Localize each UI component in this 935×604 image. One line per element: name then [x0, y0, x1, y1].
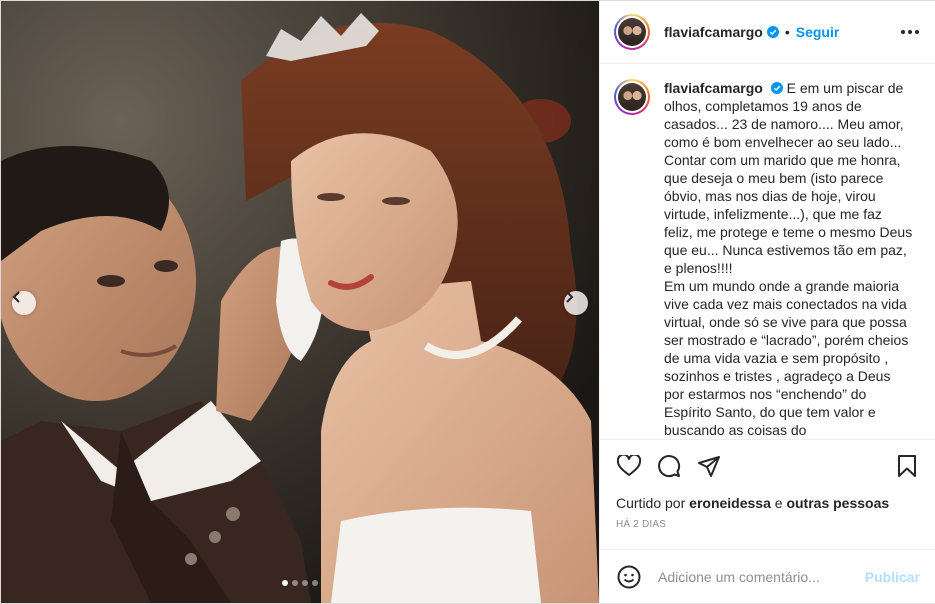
- caption-text: flaviafcamargo E em um piscar de olhos, …: [664, 79, 914, 439]
- carousel-dot: [302, 580, 308, 586]
- post-header: flaviafcamargo • Seguir: [600, 1, 935, 64]
- chevron-right-icon: [566, 291, 574, 303]
- carousel-dot: [312, 580, 318, 586]
- post-photo: [1, 1, 599, 603]
- username-link[interactable]: flaviafcamargo: [664, 24, 763, 40]
- post-timestamp[interactable]: HÁ 2 DIAS: [616, 519, 920, 530]
- comment-input[interactable]: [658, 568, 848, 585]
- others-link[interactable]: outras pessoas: [786, 495, 889, 511]
- post-modal: flaviafcamargo • Seguir flaviafcamargo E…: [0, 0, 935, 604]
- likes-prefix: Curtido por: [616, 495, 686, 511]
- avatar[interactable]: [614, 79, 650, 115]
- comment-bar: Publicar: [600, 549, 935, 603]
- bookmark-icon[interactable]: [894, 453, 920, 479]
- more-options-icon[interactable]: [901, 24, 919, 40]
- liker-link[interactable]: eroneidessa: [689, 495, 771, 511]
- separator: •: [784, 24, 790, 40]
- carousel-prev-button[interactable]: [12, 291, 36, 315]
- post-sidebar: flaviafcamargo • Seguir flaviafcamargo E…: [599, 1, 935, 603]
- carousel-next-button[interactable]: [564, 291, 588, 315]
- carousel-dot: [282, 580, 288, 586]
- action-bar: [616, 440, 920, 492]
- likes-line: Curtido por eroneidessa e outras pessoas: [616, 495, 920, 511]
- wedding-photo-illustration: [1, 1, 599, 603]
- post-actions: Curtido por eroneidessa e outras pessoas…: [600, 439, 935, 549]
- carousel-dot: [292, 580, 298, 586]
- publish-button[interactable]: Publicar: [865, 569, 920, 585]
- caption-paragraph: Em um mundo onde a grande maioria vive c…: [664, 278, 909, 438]
- heart-icon[interactable]: [616, 453, 642, 479]
- paper-plane-icon[interactable]: [696, 453, 722, 479]
- caption-username-link[interactable]: flaviafcamargo: [664, 80, 763, 96]
- verified-badge-icon: [770, 82, 783, 94]
- avatar[interactable]: [614, 14, 650, 50]
- verified-badge-icon: [766, 26, 779, 38]
- caption-scroll-area[interactable]: flaviafcamargo E em um piscar de olhos, …: [600, 65, 935, 439]
- caption-paragraph: E em um piscar de olhos, completamos 19 …: [664, 80, 913, 276]
- caption: flaviafcamargo E em um piscar de olhos, …: [614, 79, 920, 439]
- follow-button[interactable]: Seguir: [796, 24, 840, 40]
- likes-and: e: [774, 495, 783, 511]
- carousel-indicator: [282, 580, 318, 586]
- chevron-left-icon: [12, 291, 20, 303]
- comment-icon[interactable]: [656, 453, 682, 479]
- emoji-icon[interactable]: [616, 564, 642, 590]
